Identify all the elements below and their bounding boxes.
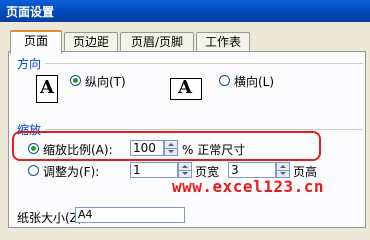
portrait-label[interactable]: 纵向(T) xyxy=(85,73,126,90)
zoom-highlight-annotation xyxy=(12,131,321,161)
landscape-label[interactable]: 横向(L) xyxy=(234,73,274,90)
watermark-text: www.excel123.cn xyxy=(172,177,324,196)
portrait-page-icon: A xyxy=(34,75,64,103)
fit-tall-spinner[interactable] xyxy=(276,162,290,178)
spin-down-icon[interactable] xyxy=(179,170,191,177)
fit-to-radio[interactable] xyxy=(28,165,39,176)
window-title: 页面设置 xyxy=(6,5,55,19)
fit-to-label[interactable]: 调整为(F): xyxy=(43,163,99,180)
fit-wide-spinner[interactable] xyxy=(178,162,192,178)
tab-sheet[interactable]: 工作表 xyxy=(196,32,250,52)
title-bar: 页面设置 xyxy=(0,0,370,22)
landscape-page-icon: A xyxy=(170,77,202,104)
scaling-divider xyxy=(45,129,363,130)
spin-down-icon[interactable] xyxy=(277,170,289,177)
tab-page[interactable]: 页面 xyxy=(10,30,62,54)
fit-wide-input[interactable]: 1 xyxy=(130,162,178,178)
fit-tall-input[interactable]: 3 xyxy=(228,162,276,178)
landscape-radio[interactable] xyxy=(219,75,230,86)
tab-margins[interactable]: 页边距 xyxy=(64,32,118,52)
tab-header-footer[interactable]: 页眉/页脚 xyxy=(120,32,194,52)
orientation-divider xyxy=(45,63,363,64)
orientation-section-label: 方向 xyxy=(17,55,45,72)
paper-size-select[interactable]: A4 xyxy=(75,207,185,223)
portrait-radio[interactable] xyxy=(70,75,81,86)
